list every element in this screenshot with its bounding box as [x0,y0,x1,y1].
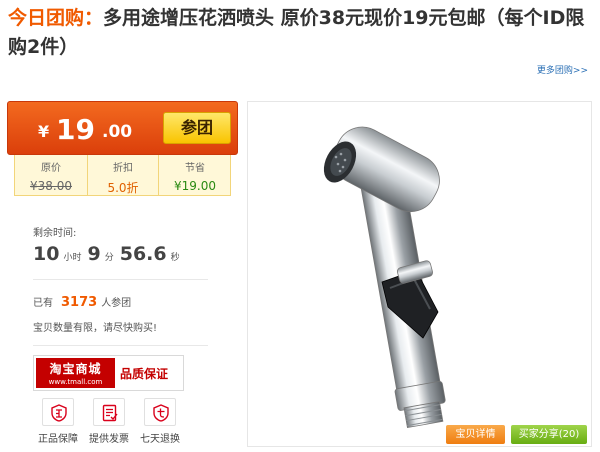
price-decimal: .00 [102,122,133,142]
product-image-frame [247,101,592,447]
currency-symbol: ¥ [38,122,50,141]
remaining-time-label: 剩余时间: [33,228,77,239]
countdown-timer: 10 小时 9 分 56.6 秒 [33,243,186,267]
participant-count: 已有 3173 人参团 [33,294,131,310]
stat-value: ¥38.00 [30,179,72,193]
participants-suffix: 人参团 [101,298,132,309]
participants-prefix: 已有 [33,298,53,309]
buyer-shares-button[interactable]: 买家分享(20) [511,425,587,444]
price-stats: 原价 ¥38.00 折扣 5.0折 节省 ¥19.00 [14,155,231,196]
badge-genuine[interactable]: 正品保障 [33,398,83,445]
badge-label: 正品保障 [38,434,78,445]
countdown-minutes: 9 [87,243,101,265]
divider [33,345,208,346]
seconds-unit: 秒 [170,253,180,263]
price-panel: ¥ 19 .00 参团 [7,101,238,155]
stat-label: 原价 [41,163,61,174]
page-title: 今日团购：多用途增压花洒喷头 原价38元现价19元包邮（每个ID限购2件） [8,4,594,62]
participants-number: 3173 [61,295,98,310]
title-prefix: 今日团购： [8,7,104,29]
stock-notice: 宝贝数量有限，请尽快购买! [33,323,158,334]
quality-guarantee-label: 品质保证 [120,367,169,381]
stat-label: 折扣 [113,163,133,174]
invoice-icon [93,398,125,426]
stat-discount: 折扣 5.0折 [87,155,159,195]
return-icon [144,398,176,426]
minutes-unit: 分 [104,253,114,263]
stat-savings: 节省 ¥19.00 [159,155,231,193]
badge-invoice[interactable]: 提供发票 [84,398,134,445]
countdown-hours: 10 [33,243,60,265]
tmall-logo-url: www.tmall.com [48,378,103,386]
tmall-quality-badge[interactable]: 淘宝商城 www.tmall.com 品质保证 [33,355,184,391]
price-integer: 19 [56,113,95,146]
stat-original-price: 原价 ¥38.00 [15,155,87,193]
stat-value: 5.0折 [107,181,139,195]
item-details-button[interactable]: 宝贝详情 [446,425,505,444]
stat-value: ¥19.00 [174,179,216,193]
badge-label: 七天退换 [140,434,180,445]
product-image[interactable] [248,102,591,446]
stat-label: 节省 [185,163,205,174]
genuine-icon [42,398,74,426]
countdown-seconds: 56.6 [119,243,167,265]
tmall-logo: 淘宝商城 www.tmall.com [36,358,115,388]
tmall-logo-text: 淘宝商城 [49,362,102,376]
join-deal-button[interactable]: 参团 [163,112,231,144]
service-badges: 正品保障 提供发票 七天退换 [33,398,193,448]
badge-return[interactable]: 七天退换 [135,398,185,445]
more-deals-link[interactable]: 更多团购>> [537,63,588,76]
hours-unit: 小时 [63,253,82,263]
badge-label: 提供发票 [89,434,129,445]
divider [33,279,208,280]
